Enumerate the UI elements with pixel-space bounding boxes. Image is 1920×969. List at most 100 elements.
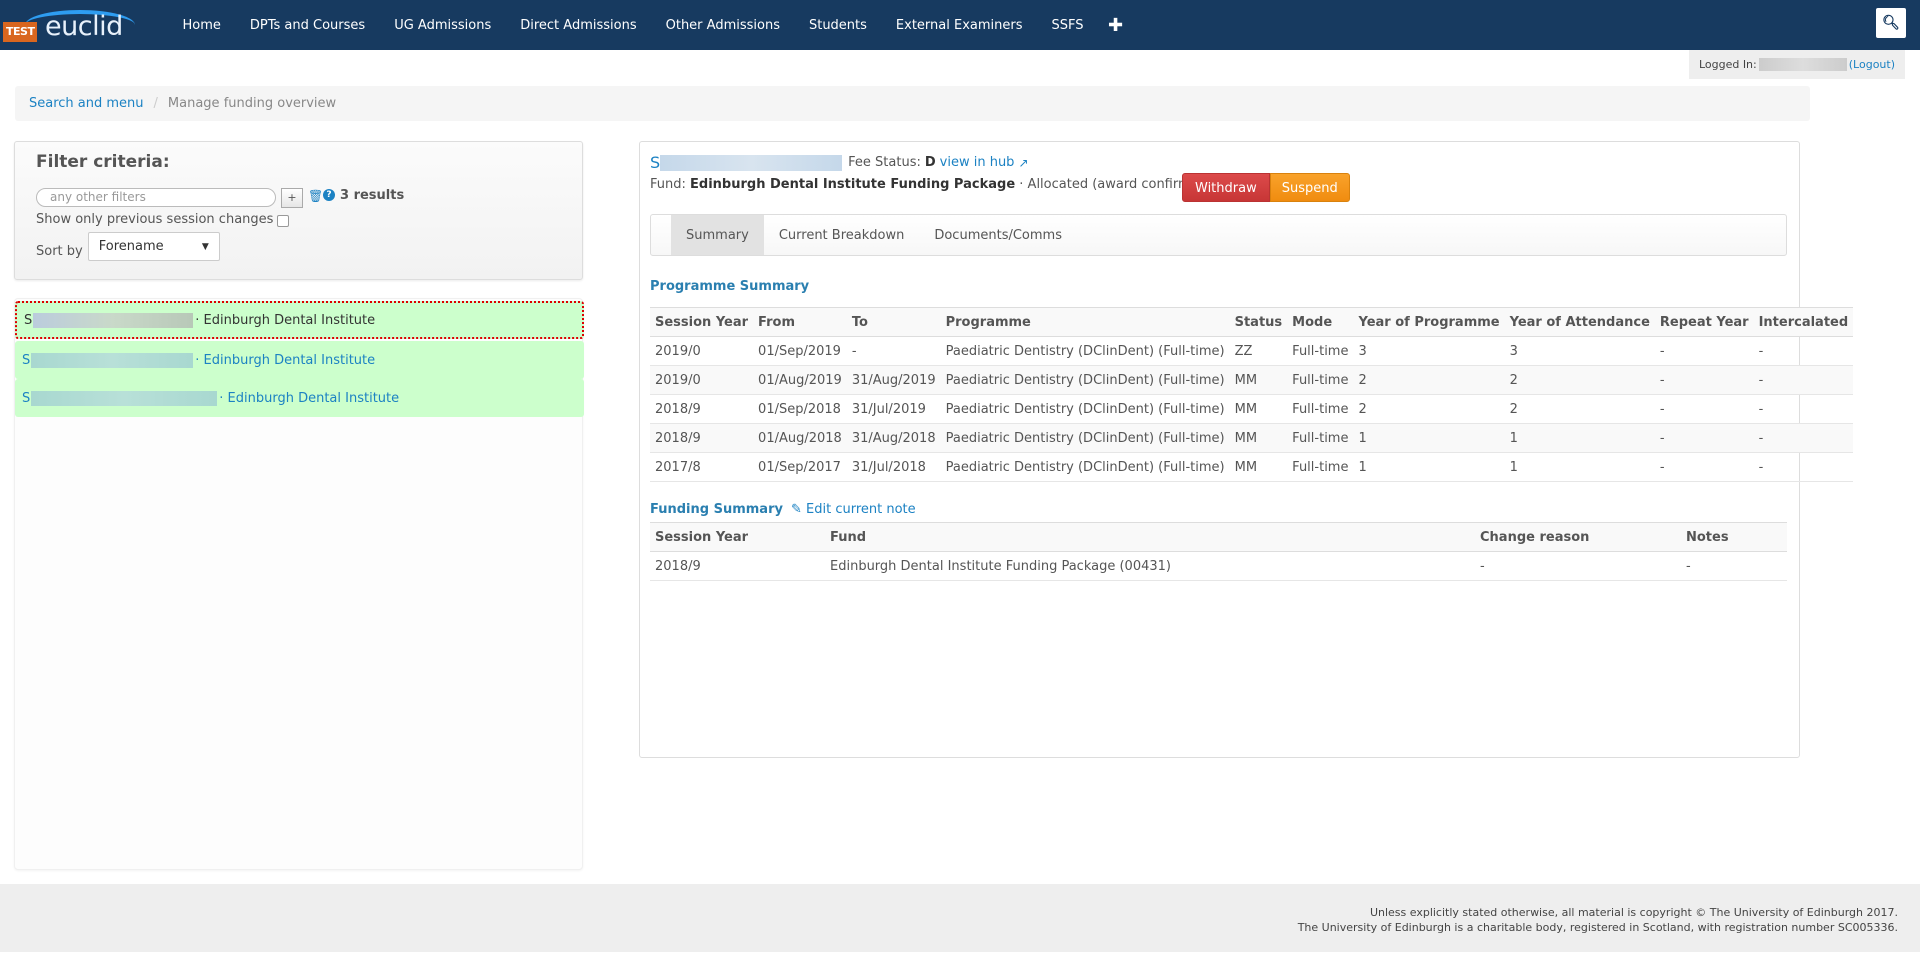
table-header-row: Session Year Fund Change reason Notes xyxy=(650,522,1787,552)
withdraw-button[interactable]: Withdraw xyxy=(1182,173,1270,202)
breadcrumb-current: Manage funding overview xyxy=(167,96,337,111)
cell-to: 31/Jul/2019 xyxy=(846,394,941,424)
fund-label: Fund: xyxy=(650,177,686,192)
cell-repeat-year: - xyxy=(1654,365,1754,395)
cell-intercalated: - xyxy=(1753,423,1854,453)
cell-programme: Paediatric Dentistry (DClinDent) (Full-t… xyxy=(940,452,1230,482)
table-row: 2019/0 01/Sep/2019- Paediatric Dentistry (… xyxy=(650,336,1854,366)
redacted-student-name xyxy=(31,390,218,406)
cell-session-year: 2018/9 xyxy=(650,423,754,453)
col-from: From xyxy=(753,307,847,337)
cell-notes: - xyxy=(1681,551,1787,581)
cell-session-year: 2017/8 xyxy=(650,452,754,482)
search-button[interactable]: 🔍︎ xyxy=(1876,8,1906,38)
nav-direct-admissions[interactable]: Direct Admissions xyxy=(506,18,651,33)
redacted-student-name xyxy=(33,312,194,328)
student-prefix: S xyxy=(24,312,33,328)
logout-link[interactable]: (Logout) xyxy=(1849,58,1895,71)
nav-home[interactable]: Home xyxy=(168,18,235,33)
previous-session-label: Show only previous session changes xyxy=(36,211,274,227)
add-filter-button[interactable]: + xyxy=(281,188,303,208)
col-year-of-programme: Year of Programme xyxy=(1353,307,1505,337)
nav-external-examiners[interactable]: External Examiners xyxy=(881,18,1037,33)
cell-intercalated: - xyxy=(1753,394,1854,424)
sort-select[interactable]: Forename ▼ xyxy=(87,232,220,261)
funding-summary-title: Funding Summary xyxy=(650,502,783,517)
cell-repeat-year: - xyxy=(1654,452,1754,482)
cell-session-year: 2018/9 xyxy=(650,394,754,424)
pencil-icon: ✎ xyxy=(790,502,802,517)
filter-panel: Filter criteria: any other filters + 🗑︎ … xyxy=(14,141,583,280)
cell-intercalated: - xyxy=(1753,336,1854,366)
table-header-row: Session Year From To Programme Status Mo… xyxy=(650,307,1854,337)
filter-input[interactable]: any other filters xyxy=(36,188,276,207)
fee-status-value: D xyxy=(924,155,936,170)
nav-other-admissions[interactable]: Other Admissions xyxy=(651,18,794,33)
tab-summary[interactable]: Summary xyxy=(671,215,764,255)
search-icon: 🔍︎ xyxy=(1882,15,1900,31)
tab-current-breakdown[interactable]: Current Breakdown xyxy=(764,215,920,255)
cell-year-of-programme: 2 xyxy=(1353,394,1505,424)
nav-ug-admissions[interactable]: UG Admissions xyxy=(380,18,506,33)
help-icon[interactable]: ? xyxy=(323,189,335,201)
redacted-student-name xyxy=(31,352,194,368)
cell-programme: Paediatric Dentistry (DClinDent) (Full-t… xyxy=(940,365,1230,395)
student-institute: · Edinburgh Dental Institute xyxy=(195,352,376,368)
plus-icon[interactable]: ✚ xyxy=(1098,15,1133,36)
previous-session-checkbox[interactable] xyxy=(277,215,290,227)
col-intercalated: Intercalated xyxy=(1753,307,1854,337)
cell-mode: Full-time xyxy=(1287,365,1354,395)
sort-select-value: Forename xyxy=(98,239,164,254)
external-link-icon[interactable]: ↗ xyxy=(1018,156,1028,170)
cell-year-of-attendance: 2 xyxy=(1504,394,1655,424)
footer: Unless explicitly stated otherwise, all … xyxy=(0,884,1920,952)
suspend-button[interactable]: Suspend xyxy=(1269,173,1350,202)
student-institute: · Edinburgh Dental Institute xyxy=(195,312,376,328)
student-id[interactable]: S xyxy=(650,153,660,172)
cell-status: MM xyxy=(1229,394,1288,424)
cell-year-of-programme: 2 xyxy=(1353,365,1505,395)
cell-status: MM xyxy=(1229,423,1288,453)
nav-dpts-courses[interactable]: DPTs and Courses xyxy=(235,18,379,33)
cell-to: 31/Aug/2019 xyxy=(846,365,941,395)
edit-current-note-link[interactable]: ✎ Edit current note xyxy=(791,502,916,517)
col-fund: Fund xyxy=(825,522,1475,552)
nav-students[interactable]: Students xyxy=(794,18,881,33)
breadcrumb-search-and-menu[interactable]: Search and menu xyxy=(29,96,144,111)
cell-year-of-programme: 3 xyxy=(1353,336,1505,366)
view-in-hub-link[interactable]: view in hub xyxy=(940,155,1015,170)
cell-session-year: 2019/0 xyxy=(650,365,754,395)
table-row: 2019/0 01/Aug/2019 31/Aug/2019 Paediatric D… xyxy=(650,365,1854,395)
list-item[interactable]: S · Edinburgh Dental Institute xyxy=(15,341,584,379)
cell-change-reason: - xyxy=(1475,551,1681,581)
breadcrumb-separator: / xyxy=(153,96,158,111)
cell-repeat-year: - xyxy=(1654,394,1754,424)
cell-programme: Paediatric Dentistry (DClinDent) (Full-t… xyxy=(940,423,1230,453)
cell-to: - xyxy=(846,336,941,366)
footer-charity: The University of Edinburgh is a charita… xyxy=(1297,921,1898,934)
cell-intercalated: - xyxy=(1753,452,1854,482)
list-item[interactable]: S · Edinburgh Dental Institute xyxy=(15,379,584,417)
col-session-year: Session Year xyxy=(650,307,754,337)
table-row: 2018/9 01/Sep/2018 31/Jul/2019 Paediatric D… xyxy=(650,394,1854,424)
col-session-year: Session Year xyxy=(650,522,825,552)
nav-ssfs[interactable]: SSFS xyxy=(1037,18,1098,33)
cell-year-of-attendance: 2 xyxy=(1504,365,1655,395)
col-change-reason: Change reason xyxy=(1475,522,1681,552)
logo-test-badge: TEST xyxy=(3,22,38,42)
cell-fund: Edinburgh Dental Institute Funding Packa… xyxy=(825,551,1475,581)
cell-intercalated: - xyxy=(1753,365,1854,395)
detail-panel: S Fee Status: D view in hub ↗ Fund: Edin… xyxy=(639,141,1854,758)
sort-by-label: Sort by xyxy=(36,244,83,259)
tab-documents-comms[interactable]: Documents/Comms xyxy=(919,215,1077,255)
cell-programme: Paediatric Dentistry (DClinDent) (Full-t… xyxy=(940,336,1230,366)
euclid-logo[interactable]: TEST euclid xyxy=(3,6,135,44)
cell-year-of-attendance: 1 xyxy=(1504,423,1655,453)
col-repeat-year: Repeat Year xyxy=(1654,307,1754,337)
trash-icon[interactable]: 🗑︎ xyxy=(308,189,323,203)
cell-status: MM xyxy=(1229,452,1288,482)
fund-name: Edinburgh Dental Institute Funding Packa… xyxy=(690,177,1016,192)
student-prefix: S xyxy=(22,390,31,406)
list-item[interactable]: S · Edinburgh Dental Institute xyxy=(15,301,584,339)
cell-status: MM xyxy=(1229,365,1288,395)
